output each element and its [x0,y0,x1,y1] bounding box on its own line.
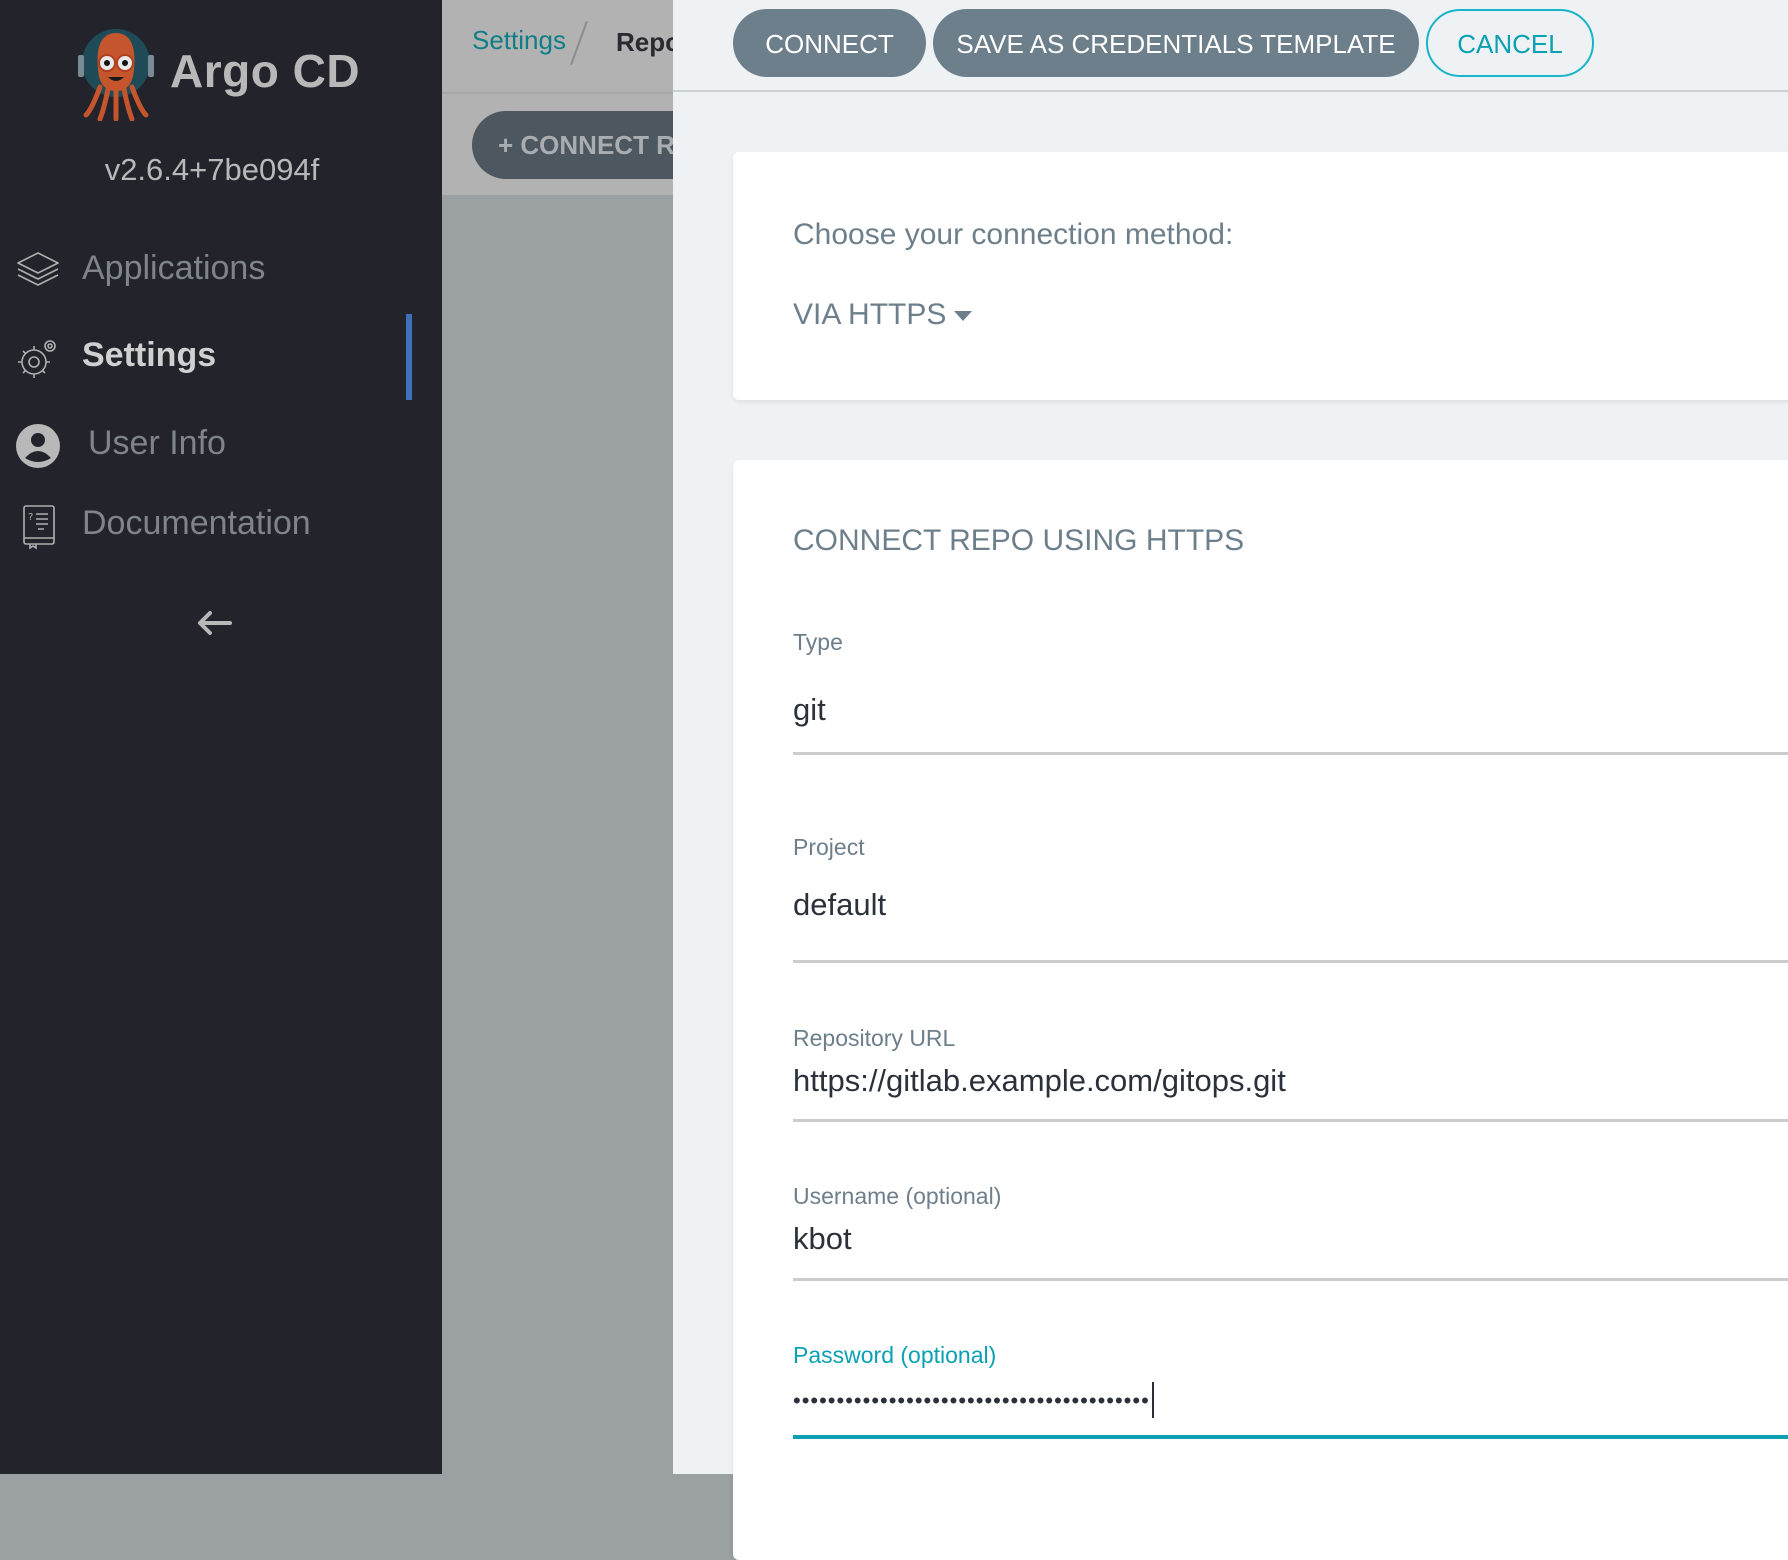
project-underline [793,960,1788,963]
layers-icon [17,252,59,286]
project-label: Project [793,834,865,860]
sidebar: Argo CD v2.6.4+7be094f Applications Sett… [0,0,442,1474]
repository-url-input[interactable] [793,1063,1788,1099]
type-label: Type [793,629,843,655]
repository-url-underline [793,1119,1788,1122]
sidebar-item-label: User Info [88,424,226,462]
username-label: Username (optional) [793,1183,1002,1209]
connect-button[interactable]: CONNECT [733,9,926,77]
arrow-left-icon[interactable] [194,607,234,639]
svg-text:?: ? [28,512,33,523]
cancel-button[interactable]: CANCEL [1426,9,1594,77]
sidebar-item-settings[interactable]: Settings [0,322,442,392]
connection-method-dropdown[interactable]: VIA HTTPS [793,298,973,332]
connect-repo-form-card: CONNECT REPO USING HTTPS Type Project Re… [733,460,1788,1560]
panel-header: CONNECT SAVE AS CREDENTIALS TEMPLATE CAN… [673,0,1788,92]
type-underline [793,752,1788,755]
sidebar-item-label: Applications [82,249,266,287]
project-input[interactable] [793,887,1788,923]
sidebar-item-label: Documentation [82,504,311,542]
username-input[interactable] [793,1221,1788,1257]
connection-method-label: Choose your connection method: [793,218,1234,251]
sidebar-item-label: Settings [82,336,217,374]
app-name: Argo CD [170,45,361,97]
repository-url-label: Repository URL [793,1025,956,1051]
save-as-credentials-template-button[interactable]: SAVE AS CREDENTIALS TEMPLATE [933,9,1419,77]
active-indicator [406,314,412,400]
password-masked-value: ••••••••••••••••••••••••••••••••••••••••… [793,1388,1150,1413]
connect-repo-panel: CONNECT SAVE AS CREDENTIALS TEMPLATE CAN… [673,0,1788,1560]
sidebar-item-user-info[interactable]: User Info [0,410,442,480]
connection-method-value: VIA HTTPS [793,298,947,331]
user-circle-icon [16,424,60,468]
argo-logo-icon [78,29,154,121]
username-underline [793,1278,1788,1281]
type-input[interactable] [793,692,1788,728]
book-icon: ? [23,505,55,550]
password-label: Password (optional) [793,1342,997,1368]
sidebar-item-applications[interactable]: Applications [0,235,442,305]
password-input[interactable]: ••••••••••••••••••••••••••••••••••••••••… [793,1380,1788,1418]
caret-down-icon [954,311,973,322]
connection-method-card: Choose your connection method: VIA HTTPS [733,152,1788,400]
version-label: v2.6.4+7be094f [104,152,320,187]
breadcrumb-settings[interactable]: Settings [472,25,566,56]
form-title: CONNECT REPO USING HTTPS [793,524,1245,557]
password-underline [793,1435,1788,1439]
breadcrumb-current: Repo [616,27,681,57]
sidebar-item-documentation[interactable]: ? Documentation [0,490,442,560]
gear-icon [18,340,56,378]
text-cursor [1151,1381,1154,1418]
